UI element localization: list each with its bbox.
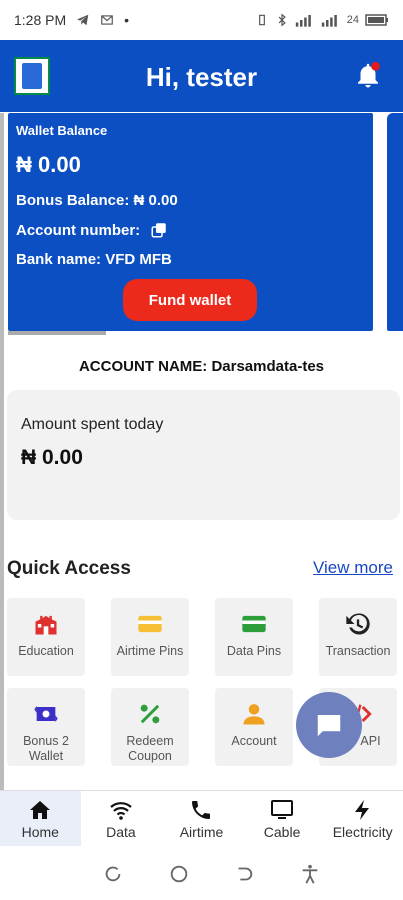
tile-label: Bonus 2 Wallet bbox=[23, 734, 69, 763]
account-number-label: Account number: bbox=[16, 221, 141, 239]
amount-spent-value: ₦ 0.00 bbox=[21, 446, 83, 469]
tile-label: Data Pins bbox=[226, 644, 282, 658]
recent-apps-icon[interactable] bbox=[102, 863, 124, 885]
bottom-navigation: Home Data Airtime Cable Electricity bbox=[0, 790, 403, 846]
tile-education[interactable]: Education bbox=[7, 598, 85, 676]
tile-label: Transaction bbox=[325, 644, 391, 658]
view-more-link[interactable]: View more bbox=[313, 558, 393, 578]
edge-divider bbox=[0, 113, 4, 840]
chat-fab-button[interactable] bbox=[296, 692, 362, 758]
nav-data[interactable]: Data bbox=[81, 791, 162, 846]
system-navigation-bar bbox=[0, 848, 403, 900]
nav-label: Cable bbox=[263, 823, 301, 840]
signal-icon bbox=[295, 15, 311, 27]
fund-wallet-button[interactable]: Fund wallet bbox=[123, 279, 257, 321]
nav-label: Electricity bbox=[332, 823, 393, 840]
nav-airtime[interactable]: Airtime bbox=[161, 791, 242, 846]
nav-label: Airtime bbox=[179, 823, 224, 840]
bonus-balance: Bonus Balance: ₦ 0.00 bbox=[16, 192, 178, 209]
tile-account[interactable]: Account bbox=[215, 688, 293, 766]
tile-data-pins[interactable]: Data Pins bbox=[215, 598, 293, 676]
card-icon bbox=[242, 615, 266, 633]
vibrate-icon bbox=[258, 14, 265, 26]
nav-home[interactable]: Home bbox=[0, 791, 81, 846]
notification-bell-icon[interactable] bbox=[353, 60, 383, 90]
phone-icon bbox=[192, 800, 211, 819]
battery-icon bbox=[365, 14, 388, 26]
bolt-icon bbox=[354, 799, 369, 820]
tile-bonus-2-wallet[interactable]: Bonus 2 Wallet bbox=[7, 688, 85, 766]
status-bar: 1:28 PM • 24 bbox=[0, 0, 403, 40]
wallet-card[interactable]: Wallet Balance ₦ 0.00 Bonus Balance: ₦ 0… bbox=[8, 113, 373, 331]
person-icon bbox=[243, 704, 265, 725]
tile-airtime-pins[interactable]: Airtime Pins bbox=[111, 598, 189, 676]
tile-label: Redeem Coupon bbox=[126, 734, 174, 763]
account-name: ACCOUNT NAME: Darsamdata-tes bbox=[78, 358, 325, 375]
nav-electricity[interactable]: Electricity bbox=[322, 791, 403, 846]
tile-redeem-coupon[interactable]: Redeem Coupon bbox=[111, 688, 189, 766]
status-time: 1:28 PM bbox=[14, 12, 67, 28]
nav-label: Data bbox=[106, 823, 136, 840]
school-icon bbox=[35, 615, 57, 635]
money-exchange-icon bbox=[34, 705, 58, 723]
tile-transaction[interactable]: Transaction bbox=[319, 598, 397, 676]
back-icon[interactable] bbox=[233, 863, 255, 885]
nav-cable[interactable]: Cable bbox=[242, 791, 323, 846]
next-card-peek[interactable] bbox=[387, 113, 403, 331]
accessibility-icon[interactable] bbox=[299, 863, 321, 885]
account-number-row: Account number: bbox=[16, 221, 365, 239]
status-dot: • bbox=[124, 12, 130, 28]
percent-icon bbox=[140, 704, 160, 724]
amount-spent-label: Amount spent today bbox=[21, 416, 164, 433]
quick-access-title: Quick Access bbox=[7, 558, 131, 579]
wallet-balance: ₦ 0.00 bbox=[16, 152, 81, 177]
signal-icon-2 bbox=[321, 15, 337, 27]
app-header: Hi, tester bbox=[0, 40, 403, 112]
home-icon bbox=[30, 800, 51, 819]
chat-icon bbox=[317, 715, 341, 737]
monitor-icon bbox=[271, 799, 294, 819]
bluetooth-icon bbox=[278, 13, 286, 27]
card-scroll-indicator bbox=[8, 331, 106, 335]
history-icon bbox=[346, 613, 370, 635]
copy-icon[interactable] bbox=[150, 221, 168, 239]
mail-icon bbox=[101, 15, 113, 25]
telegram-icon bbox=[77, 14, 89, 26]
card-icon bbox=[138, 615, 162, 633]
home-circle-icon[interactable] bbox=[168, 863, 190, 885]
network-speed: 24 bbox=[346, 14, 359, 26]
tile-label: Education bbox=[18, 644, 74, 658]
wifi-icon bbox=[110, 801, 132, 820]
tile-label: Airtime Pins bbox=[116, 644, 184, 658]
bank-name: Bank name: VFD MFB bbox=[16, 251, 172, 268]
tile-label: Account bbox=[231, 734, 277, 748]
greeting: Hi, tester bbox=[145, 62, 258, 92]
nav-label: Home bbox=[21, 823, 59, 840]
wallet-title: Wallet Balance bbox=[16, 123, 108, 138]
amount-spent-card: Amount spent today ₦ 0.00 bbox=[7, 390, 400, 520]
